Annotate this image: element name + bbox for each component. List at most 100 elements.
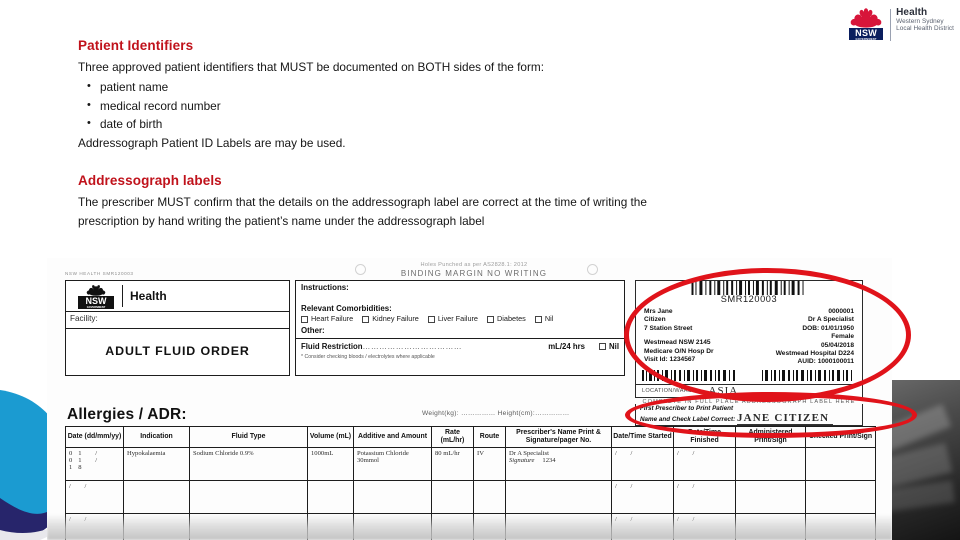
- cell-additive[interactable]: Potassium Chloride 30mmol: [353, 447, 432, 481]
- checkbox-diabetes[interactable]: Diabetes: [487, 314, 526, 323]
- fluid-restriction-row: Fluid Restriction ……………………………… mL/24 hrs…: [296, 339, 624, 351]
- label-location-row[interactable]: LOCATION/WARD ASIA: [636, 383, 862, 397]
- th-prescriber: Prescriber's Name Print & Signature/page…: [505, 426, 612, 448]
- heading-patient-identifiers: Patient Identifiers: [78, 38, 194, 53]
- form-bottom-blur: [47, 514, 892, 540]
- cell-started[interactable]: / /: [611, 480, 674, 514]
- bullet-patient-name: patient name: [78, 77, 698, 97]
- label-admit-date: 05/04/2018: [820, 341, 854, 349]
- form-nsw-wordmark: NSW GOVERNMENT: [78, 295, 114, 309]
- label-sex: Female: [831, 333, 854, 341]
- waratah-icon-form: [86, 284, 106, 296]
- identifier-bullet-list: patient name medical record number date …: [78, 77, 698, 134]
- checkbox-liver-failure[interactable]: Liver Failure: [427, 314, 478, 323]
- checkbox-kidney-failure[interactable]: Kidney Failure: [362, 314, 419, 323]
- intro-paragraph: Three approved patient identifiers that …: [78, 60, 545, 74]
- th-additive: Additive and Amount: [353, 426, 432, 448]
- th-finished: Date/Time Finished: [673, 426, 736, 448]
- table-row[interactable]: 01 / 01 / 18 Hypokalaemia Sodium Chlorid…: [65, 447, 876, 481]
- form-health-wordmark: Health: [130, 289, 167, 303]
- cell-fluid-type[interactable]: [189, 480, 308, 514]
- th-checked: Checked Print/Sign: [805, 426, 876, 448]
- cell-fluid-type[interactable]: Sodium Chloride 0.9%: [189, 447, 308, 481]
- nsw-government-wordmark: NSW GOVERNMENT: [849, 28, 884, 41]
- form-facility-field[interactable]: Facility:: [66, 312, 289, 329]
- bullet-date-of-birth: date of birth: [78, 114, 698, 134]
- cell-prescriber[interactable]: Dr A Specialist Signature 1234: [505, 447, 612, 481]
- fluid-restriction-input[interactable]: ………………………………: [363, 342, 549, 351]
- checkbox-heart-failure[interactable]: Heart Failure: [301, 314, 353, 323]
- cell-rate[interactable]: [431, 480, 474, 514]
- cell-prescriber-name: Dr A Specialist: [509, 450, 549, 457]
- slide-canvas: NSW GOVERNMENT Health Western Sydney Loc…: [0, 0, 960, 540]
- heading-addressograph-labels: Addressograph labels: [78, 172, 222, 188]
- th-rate: Rate (mL/hr): [431, 426, 474, 448]
- instructions-row: Instructions:: [296, 281, 624, 292]
- comorbidities-row: Relevant Comorbidities:: [296, 292, 624, 313]
- label-lower-barcodes: [636, 367, 862, 381]
- cell-route[interactable]: [473, 480, 506, 514]
- checkbox-fluid-nil[interactable]: Nil: [599, 342, 619, 351]
- label-mrn: 0000001: [828, 308, 854, 315]
- barcode-left-icon: [642, 369, 735, 381]
- weight-height-fields[interactable]: Weight(kg): …………… Height(cm):……………: [422, 410, 569, 417]
- th-date: Date (dd/mm/yy): [65, 426, 124, 448]
- cell-prescriber[interactable]: [505, 480, 612, 514]
- cell-checked[interactable]: [805, 447, 876, 481]
- form-instructions-box: Instructions: Relevant Comorbidities: He…: [295, 280, 625, 376]
- other-label: Other:: [301, 326, 325, 335]
- logo-district-line2: Local Health District: [896, 24, 954, 32]
- cell-date[interactable]: 01 / 01 / 18: [65, 447, 124, 481]
- cell-volume[interactable]: 1000mL: [307, 447, 354, 481]
- binding-standard-note: Holes Punched as per AS2828.1: 2012: [420, 262, 528, 268]
- cell-prescriber-pager: 1234: [542, 457, 556, 464]
- th-fluid-type: Fluid Type: [189, 426, 308, 448]
- addressograph-paragraph: The prescriber MUST confirm that the det…: [78, 194, 647, 228]
- label-patient-last: Citizen: [644, 316, 666, 324]
- location-ward-value: ASIA: [708, 384, 739, 397]
- form-header-logo-row: NSW GOVERNMENT Health: [66, 281, 289, 312]
- nsw-government-logo-mark: NSW GOVERNMENT: [849, 8, 885, 42]
- cell-route[interactable]: IV: [473, 447, 506, 481]
- cell-date[interactable]: / /: [65, 480, 124, 514]
- cell-additive[interactable]: [353, 480, 432, 514]
- table-header-row: Date (dd/mm/yy) Indication Fluid Type Vo…: [65, 426, 876, 448]
- checkbox-nil-comorbidity[interactable]: Nil: [534, 314, 553, 323]
- label-dob: DOB: 01/01/1950: [802, 324, 854, 332]
- prescriber-print-block[interactable]: First Prescriber to Print Patient Name a…: [635, 404, 863, 426]
- closing-paragraph: Addressograph Patient ID Labels are may …: [78, 135, 346, 150]
- fluid-restriction-label: Fluid Restriction: [301, 342, 363, 351]
- form-header-box: NSW GOVERNMENT Health Facility: ADULT FL…: [65, 280, 290, 376]
- table-row[interactable]: / / / / / /: [65, 480, 876, 514]
- cell-finished[interactable]: / /: [673, 447, 736, 481]
- label-doctor: Dr A Specialist: [807, 316, 854, 324]
- th-administered: Administered Print/Sign: [735, 426, 806, 448]
- comorbidity-checkbox-row: Heart Failure Kidney Failure Liver Failu…: [296, 313, 624, 324]
- instructions-label: Instructions:: [301, 283, 349, 292]
- slide-body-copy: Patient Identifiers Three approved patie…: [78, 38, 698, 231]
- form-title: ADULT FLUID ORDER: [105, 344, 250, 358]
- prescriber-handwritten-name: JANE CITIZEN: [736, 412, 833, 425]
- th-volume: Volume (mL): [307, 426, 354, 448]
- cell-indication[interactable]: Hypokalaemia: [123, 447, 190, 481]
- cell-finished[interactable]: / /: [673, 480, 736, 514]
- cell-rate[interactable]: 80 mL/hr: [431, 447, 474, 481]
- cell-checked[interactable]: [805, 480, 876, 514]
- cell-administered[interactable]: [735, 447, 806, 481]
- cell-volume[interactable]: [307, 480, 354, 514]
- cell-started[interactable]: / /: [611, 447, 674, 481]
- waratah-icon: [850, 8, 882, 28]
- label-medicare: Medicare O/N Hosp Dr: [644, 347, 714, 355]
- addressograph-label: SMR120003 Mrs Jane Citizen 7 Station Str…: [635, 280, 863, 405]
- cell-administered[interactable]: [735, 480, 806, 514]
- binding-margin-note: Holes Punched as per AS2828.1: 2012 BIND…: [339, 262, 609, 278]
- location-ward-label: LOCATION/WARD: [642, 387, 693, 394]
- label-hospital: Westmead Hospital D224: [775, 350, 854, 358]
- th-indication: Indication: [123, 426, 190, 448]
- label-auid: AUID: 1000100011: [797, 358, 854, 366]
- barcode-right-icon: [762, 369, 852, 381]
- th-started: Date/Time Started: [611, 426, 674, 448]
- cell-indication[interactable]: [123, 480, 190, 514]
- form-corner-note: NSW HEALTH SMR120003: [65, 271, 134, 276]
- comorbidities-label: Relevant Comorbidities:: [301, 304, 392, 313]
